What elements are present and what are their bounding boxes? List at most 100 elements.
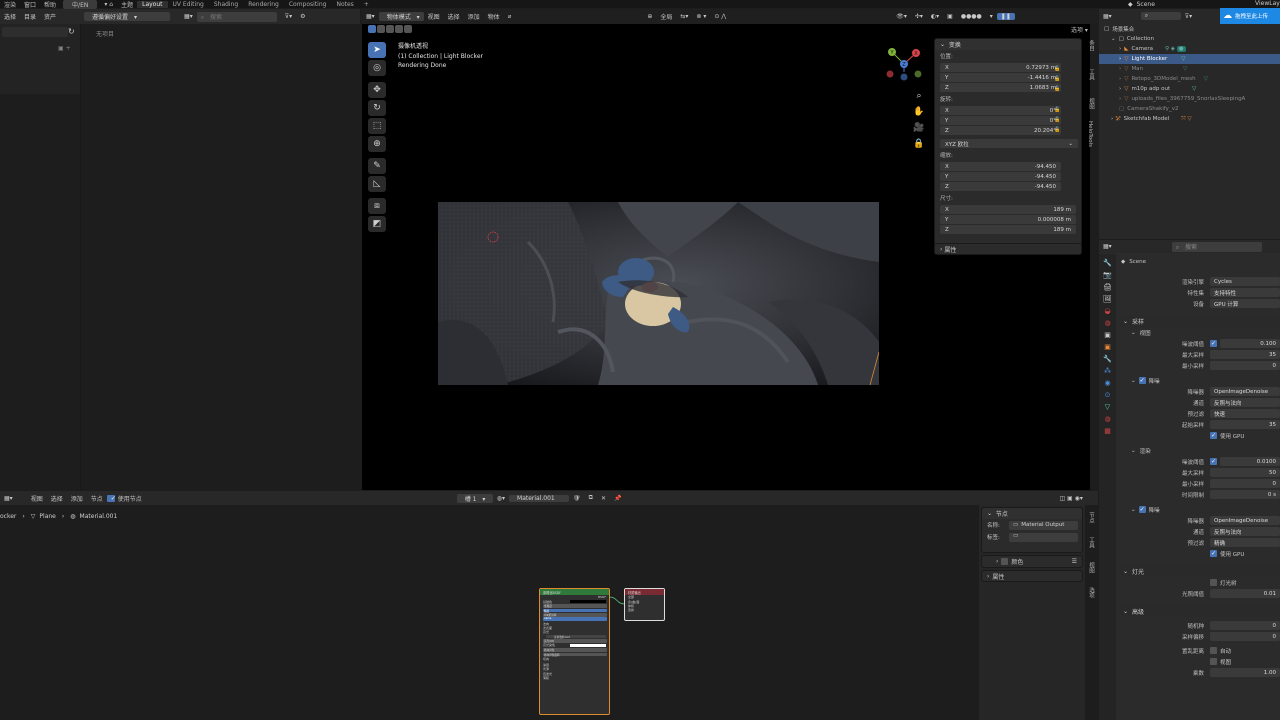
shading-modes-icon[interactable]: ●●●●	[957, 13, 986, 20]
v-noise-field[interactable]: 0.100	[1220, 339, 1280, 348]
tab-node[interactable]: 节点	[1087, 508, 1095, 527]
light-tree-checkbox[interactable]	[1210, 579, 1217, 586]
close-icon[interactable]: ✕	[597, 495, 610, 502]
tab-rendering[interactable]: Rendering	[243, 1, 284, 8]
settings-gear-icon[interactable]: ⚙	[296, 13, 309, 20]
select-box-tool-icon[interactable]: ➤	[368, 42, 386, 58]
overlay-icon[interactable]: ◫ ▣ ◉▾	[1055, 495, 1086, 502]
denoise-checkbox[interactable]: ✓	[1138, 506, 1146, 513]
v-min-samples-field[interactable]: 0	[1210, 361, 1280, 370]
principled-bsdf-node[interactable]: 原理化BSDF BSDF 基础色 金属度 糙度 IOR折射率 Alpha 法向 …	[539, 588, 610, 715]
use-nodes-checkbox[interactable]: ✓	[106, 494, 116, 502]
menu-view[interactable]: 视图	[424, 12, 444, 21]
color-checkbox[interactable]	[1001, 558, 1009, 565]
import-method-dropdown[interactable]: 遵循偏好设置 ▾	[84, 12, 171, 21]
node-input[interactable]: 置换	[625, 608, 664, 612]
feature-set-dropdown[interactable]: 支持特性	[1210, 288, 1280, 297]
node-panel-header[interactable]: ⌄ 节点	[982, 508, 1082, 519]
tab-layout[interactable]: Layout	[137, 0, 168, 8]
material-output-node[interactable]: 材质输出 全部 表(曲)面 体积 置换	[624, 588, 665, 621]
collection-tab-icon[interactable]: ▣	[1104, 331, 1111, 339]
node-input[interactable]: Alpha	[540, 617, 609, 621]
material-name-field[interactable]: Material.001	[509, 494, 570, 502]
render-subpanel-header[interactable]: ⌄ 渲染	[1117, 445, 1280, 456]
output-icon[interactable]: 🖨	[1103, 283, 1112, 291]
color-swatch[interactable]	[570, 643, 606, 647]
dimension-x-field[interactable]: X 189 m	[940, 205, 1076, 214]
tab-compositing[interactable]: Compositing	[284, 1, 332, 8]
outliner-item-retopo[interactable]: › ▽ Retopo_3DModel_mesh ▽	[1099, 74, 1280, 84]
menu-select[interactable]: 选择	[0, 12, 20, 21]
dimension-z-field[interactable]: Z 189 m	[940, 225, 1076, 234]
select-subtract-icon[interactable]	[386, 25, 394, 33]
breadcrumb-object[interactable]: ocker	[0, 513, 16, 520]
tab-item[interactable]: 条目	[1087, 36, 1095, 55]
rotation-y-field[interactable]: Y 0°	[940, 116, 1061, 125]
library-dropdown[interactable]	[2, 27, 68, 37]
node-input[interactable]: 各向异性旋转	[540, 652, 609, 657]
new-catalog-icon[interactable]: ▣ +	[58, 45, 71, 52]
r-denoiser-dropdown[interactable]: OpenImageDenoise	[1210, 516, 1280, 525]
filter-icon[interactable]: ⊽▾	[1181, 13, 1196, 20]
v-passes-dropdown[interactable]: 反照与法向	[1210, 398, 1280, 407]
outliner-item-collection[interactable]: ⌄ ▢ Collection	[1099, 34, 1280, 44]
filter-icon[interactable]: ⊽▾	[281, 13, 296, 20]
menu-assets[interactable]: 资产	[40, 12, 60, 21]
language-toggle[interactable]: 中/EN	[63, 0, 98, 9]
lock-icon[interactable]: 🔒	[913, 136, 925, 152]
add-workspace-button[interactable]: +	[359, 1, 374, 8]
menu-node[interactable]: 节点	[87, 494, 107, 503]
pan-hand-icon[interactable]: ✋	[913, 104, 925, 120]
gizmo-neg-z[interactable]	[900, 73, 908, 81]
menu-add[interactable]: 添加	[464, 12, 484, 21]
location-z-field[interactable]: Z 1.0683 m	[940, 83, 1061, 92]
device-dropdown[interactable]: GPU 计算	[1210, 299, 1280, 308]
particles-icon[interactable]: ⁂	[1104, 367, 1111, 375]
pause-render-icon[interactable]: ❚❚	[996, 13, 1015, 20]
tab-tool[interactable]: 工具	[1087, 533, 1095, 552]
snap-icon[interactable]: ⊗ ▾	[692, 13, 710, 20]
file-search-input[interactable]: ⌕ 搜索	[196, 11, 277, 22]
rotation-z-field[interactable]: Z 20.204°	[940, 126, 1061, 135]
properties-editor-icon[interactable]: ▦▾	[1099, 243, 1116, 250]
node-input[interactable]: 各向异性	[540, 648, 609, 652]
v-max-samples-field[interactable]: 35	[1210, 350, 1280, 359]
advanced-panel-header[interactable]: ⌄ 高级	[1117, 605, 1280, 617]
camera-view-icon[interactable]: 🎥	[913, 120, 925, 136]
scale-z-field[interactable]: Z -94.450	[940, 182, 1061, 191]
add-cube-tool-icon[interactable]: ⧈	[368, 198, 386, 214]
location-y-field[interactable]: Y -1.4416 m	[940, 73, 1061, 82]
noise-threshold-checkbox[interactable]: ✓	[1210, 458, 1217, 465]
outliner-item-sketchfab[interactable]: › ⤱ Sketchfab Model ⤧ ▽	[1099, 114, 1280, 124]
editor-type-icon[interactable]: ▦▾	[362, 13, 379, 20]
pivot-icon[interactable]: ⇆▾	[676, 13, 692, 20]
menu-object[interactable]: 物体	[484, 12, 504, 21]
r-prefilter-dropdown[interactable]: 精确	[1210, 538, 1280, 547]
tab-notes[interactable]: Notes	[331, 1, 358, 8]
data-icon[interactable]: ▽	[1105, 403, 1110, 411]
gizmo-neg-y[interactable]	[914, 70, 922, 78]
gizmo-neg-x[interactable]	[886, 70, 894, 78]
theme-menu[interactable]: 主题	[117, 0, 137, 9]
menu-select-3d[interactable]: 选择	[444, 12, 464, 21]
breadcrumb-material[interactable]: Material.001	[80, 513, 118, 520]
outliner-editor-icon[interactable]: ▦▾	[1099, 13, 1116, 20]
node-input[interactable]: 切向	[540, 656, 609, 661]
color-subpanel[interactable]: › 颜色 ☰	[981, 555, 1083, 568]
select-new-icon[interactable]	[368, 25, 376, 33]
refresh-icon[interactable]: ↻	[68, 27, 75, 36]
dimension-y-field[interactable]: Y 0.000008 m	[940, 215, 1076, 224]
outliner-item-m10p[interactable]: › ▽ m10p adp out ▽	[1099, 84, 1280, 94]
auto-checkbox[interactable]	[1210, 647, 1217, 654]
fake-user-icon[interactable]: 🛡	[569, 495, 585, 502]
outliner-search-input[interactable]: ⌕	[1140, 12, 1181, 20]
scale-x-field[interactable]: X -94.450	[940, 162, 1061, 171]
scale-tool-icon[interactable]: ⬚	[368, 118, 386, 134]
node-input[interactable]: 糙度	[540, 608, 609, 613]
v-denoise-subpanel-header[interactable]: ⌄ ✓ 降噪	[1117, 375, 1280, 386]
orientation-icon[interactable]: ⊕	[643, 13, 656, 20]
location-x-field[interactable]: X 0.72973 m	[940, 63, 1061, 72]
render-icon[interactable]: 📷	[1103, 271, 1112, 279]
home-icon[interactable]: ▾ ⌂	[100, 1, 117, 8]
viewlayer-name[interactable]: ViewLay	[1255, 0, 1280, 8]
